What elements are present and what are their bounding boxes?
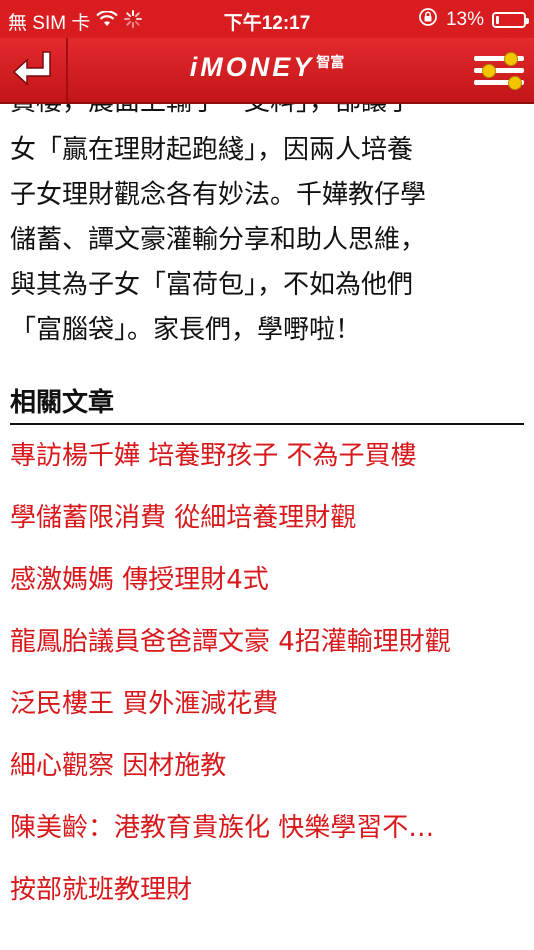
related-article-link[interactable]: 龍鳳胎議員爸爸譚文豪 4招灌輸理財觀 [10, 622, 525, 684]
related-articles-heading: 相關文章 [10, 382, 524, 425]
related-article-link[interactable]: 專訪楊千嬅 培養野孩子 不為子買樓 [10, 436, 525, 498]
article-line: 儲蓄、譚文豪灌輸分享和助人思維， [10, 225, 427, 255]
battery-percent: 13% [445, 9, 484, 30]
article-partial-line: 買樓，農面上輸了一支料」，部讓子 [10, 104, 525, 128]
logo-sub: 智富 [316, 54, 345, 70]
related-article-link[interactable]: 學儲蓄限消費 從細培養理財觀 [10, 498, 525, 560]
battery-icon [492, 12, 529, 28]
related-articles-list: 專訪楊千嬅 培養野孩子 不為子買樓 學儲蓄限消費 從細培養理財觀 感激媽媽 傳授… [10, 436, 525, 932]
related-article-link[interactable]: 按部就班教理財 [10, 870, 525, 932]
nav-bar: iMONEY 智富 [0, 38, 534, 104]
status-right: 13% [418, 7, 529, 33]
related-article-link[interactable]: 細心觀察 因材施教 [10, 746, 525, 808]
related-article-link[interactable]: 感激媽媽 傳授理財4式 [10, 560, 525, 622]
status-bar: 無 SIM 卡 下午12:17 13% [0, 0, 534, 38]
related-article-link[interactable]: 泛民樓王 買外滙減花費 [10, 684, 525, 746]
logo-main: iMONEY [189, 52, 315, 82]
article-line: 女「贏在理財起跑綫」，因兩人培養 [10, 135, 414, 165]
article-body: 買樓，農面上輸了一支料」，部讓子 女「贏在理財起跑綫」，因兩人培養 子女理財觀念… [10, 104, 525, 353]
article-line: 與其為子女「富荷包」，不如為他們 [10, 270, 414, 300]
battery-fill [496, 16, 499, 24]
settings-sliders-button[interactable] [474, 52, 524, 90]
app-logo: iMONEY 智富 [0, 52, 534, 83]
orientation-lock-icon [418, 7, 438, 33]
related-article-link[interactable]: 陳美齡：港教育貴族化 快樂學習不… [10, 808, 525, 870]
article-line: 子女理財觀念各有妙法。千嬅教仔學 [10, 180, 427, 210]
article-line: 「富腦袋」。家長們，學嘢啦！ [10, 315, 362, 345]
